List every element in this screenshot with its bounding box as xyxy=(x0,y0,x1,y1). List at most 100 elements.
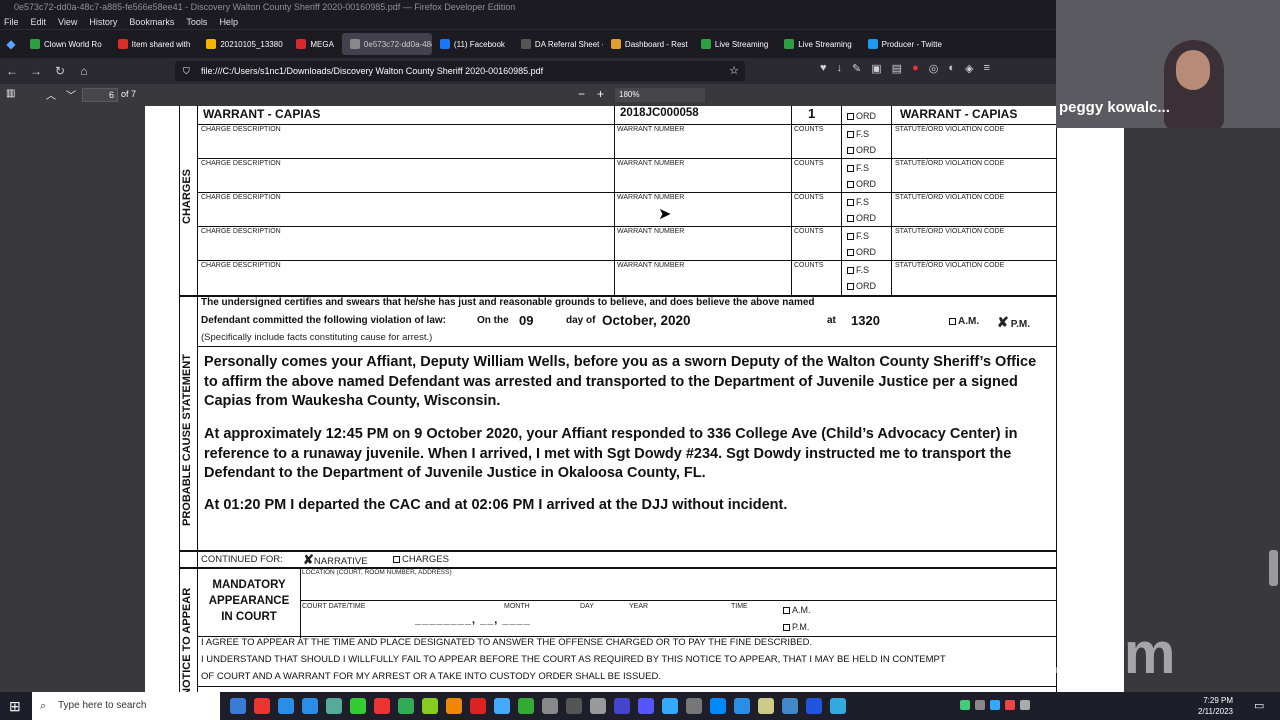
pm-checkbox-2[interactable]: P.M. xyxy=(783,622,809,632)
taskbar-app-icon[interactable] xyxy=(326,698,342,714)
tray-icon[interactable] xyxy=(990,700,1000,710)
taskbar-app-icon[interactable] xyxy=(782,698,798,714)
home-icon[interactable]: ⌂ xyxy=(72,64,96,78)
fs-checkbox[interactable]: F.S xyxy=(847,265,869,275)
url-bar[interactable]: ⛉ file:///C:/Users/s1nc1/Downloads/Disco… xyxy=(175,61,745,81)
pm-checkbox[interactable]: ✘ P.M. xyxy=(997,314,1030,331)
tray-icon[interactable] xyxy=(960,700,970,710)
firefox-view-icon[interactable]: ◆ xyxy=(0,37,22,51)
taskbar-clock[interactable]: 7:29 PM 2/11/2023 xyxy=(1198,695,1233,717)
am-checkbox[interactable]: A.M. xyxy=(949,316,979,327)
narrative-checkbox[interactable]: ✘NARRATIVE xyxy=(303,552,368,568)
ord-checkbox[interactable]: ORD xyxy=(847,281,876,291)
taskbar-app-icon[interactable] xyxy=(470,698,486,714)
taskbar-app-icon[interactable] xyxy=(302,698,318,714)
taskbar-app-icon[interactable] xyxy=(758,698,774,714)
menu-icon[interactable]: ≡ xyxy=(983,62,989,75)
menu-history[interactable]: History xyxy=(89,15,117,29)
menu-bookmarks[interactable]: Bookmarks xyxy=(129,15,174,29)
menu-help[interactable]: Help xyxy=(219,15,238,29)
back-icon[interactable]: ← xyxy=(0,64,24,78)
reload-icon[interactable]: ↻ xyxy=(48,64,72,78)
taskbar-app-icon[interactable] xyxy=(422,698,438,714)
taskbar-app-icon[interactable] xyxy=(254,698,270,714)
scrollbar-track[interactable] xyxy=(1266,106,1280,692)
browser-tab[interactable]: Item shared with xyxy=(110,33,199,55)
browser-tab[interactable]: Dashboard - Rest xyxy=(603,33,693,55)
tray-icon[interactable] xyxy=(975,700,985,710)
fs-checkbox[interactable]: F.S xyxy=(847,197,869,207)
taskbar-app-icon[interactable] xyxy=(542,698,558,714)
taskbar-app-icon[interactable] xyxy=(566,698,582,714)
taskbar-app-icon[interactable] xyxy=(710,698,726,714)
am-checkbox-2[interactable]: A.M. xyxy=(783,605,811,615)
ord-checkbox[interactable]: ORD xyxy=(847,179,876,189)
taskbar-app-icon[interactable] xyxy=(518,698,534,714)
browser-tab[interactable]: Live Streaming xyxy=(776,33,859,55)
zoom-select[interactable]: 180% xyxy=(615,88,705,102)
extension-icon[interactable]: ▣ xyxy=(871,62,881,75)
zoom-out-icon[interactable]: − xyxy=(578,87,585,101)
browser-tab[interactable]: MEGA xyxy=(288,33,342,55)
bookmark-star-icon[interactable]: ☆ xyxy=(729,61,739,81)
notification-icon[interactable]: ▭ xyxy=(1254,699,1264,712)
taskbar-app-icon[interactable] xyxy=(734,698,750,714)
taskbar-app-icon[interactable] xyxy=(230,698,246,714)
prev-page-icon[interactable]: ︿ xyxy=(46,87,56,102)
fs-checkbox[interactable]: F.S xyxy=(847,163,869,173)
zoom-participant-video[interactable]: peggy kowalc... xyxy=(1056,0,1280,128)
windows-start-icon[interactable]: ⊞ xyxy=(9,698,21,715)
browser-tab[interactable]: DA Referral Sheet - D xyxy=(513,33,603,55)
ord-checkbox[interactable]: ORD xyxy=(847,111,876,121)
wrench-icon[interactable]: ✎ xyxy=(852,62,861,75)
browser-tab[interactable]: (11) Facebook xyxy=(432,33,513,55)
taskbar-app-icon[interactable] xyxy=(446,698,462,714)
zoom-in-icon[interactable]: + xyxy=(597,87,604,101)
taskbar-app-icon[interactable] xyxy=(590,698,606,714)
counts-label: COUNTS xyxy=(794,194,824,201)
taskbar-app-icon[interactable] xyxy=(662,698,678,714)
pdf-viewer[interactable]: CHARGES WARRANT - CAPIAS 2018JC000058 1 … xyxy=(0,106,1125,692)
tray-icon[interactable] xyxy=(1020,700,1030,710)
extension-icon-3[interactable]: ◐ xyxy=(948,62,955,75)
download-icon[interactable]: ↓ xyxy=(837,62,843,75)
taskbar-app-icon[interactable] xyxy=(350,698,366,714)
taskbar-app-icon[interactable] xyxy=(806,698,822,714)
shield-icon[interactable]: ⛉ xyxy=(183,61,190,81)
browser-tab[interactable]: 20210105_13380 xyxy=(198,33,288,55)
taskbar-app-icon[interactable] xyxy=(614,698,630,714)
fs-checkbox[interactable]: F.S xyxy=(847,231,869,241)
taskbar-app-icon[interactable] xyxy=(638,698,654,714)
extension-icon-4[interactable]: ◈ xyxy=(965,62,973,75)
taskbar-app-icon[interactable] xyxy=(374,698,390,714)
ord-checkbox[interactable]: ORD xyxy=(847,247,876,257)
menu-tools[interactable]: Tools xyxy=(186,15,207,29)
taskbar-app-icon[interactable] xyxy=(398,698,414,714)
taskbar-app-icon[interactable] xyxy=(686,698,702,714)
menu-file[interactable]: File xyxy=(4,15,19,29)
fs-checkbox[interactable]: F.S xyxy=(847,129,869,139)
menu-edit[interactable]: Edit xyxy=(31,15,47,29)
extension-icon-2[interactable]: ◎ xyxy=(929,62,939,75)
page-number-input[interactable]: 6 xyxy=(82,88,118,102)
adblock-icon[interactable]: ● xyxy=(912,62,919,75)
menu-view[interactable]: View xyxy=(58,15,77,29)
tray-icon[interactable] xyxy=(1005,700,1015,710)
ord-checkbox[interactable]: ORD xyxy=(847,213,876,223)
browser-tab[interactable]: 0e573c72-dd0a-48c× xyxy=(341,33,432,55)
sidebar-toggle-icon[interactable]: ▥ xyxy=(6,88,15,99)
taskbar-app-icon[interactable] xyxy=(278,698,294,714)
taskbar-app-icon[interactable] xyxy=(830,698,846,714)
library-icon[interactable]: ▤ xyxy=(892,62,902,75)
scrollbar-thumb[interactable] xyxy=(1269,550,1278,586)
next-page-icon[interactable]: ﹀ xyxy=(66,87,76,102)
charges-checkbox[interactable]: CHARGES xyxy=(393,554,449,565)
browser-tab[interactable]: Clown World Ro xyxy=(22,33,110,55)
ord-checkbox[interactable]: ORD xyxy=(847,145,876,155)
taskbar-app-icon[interactable] xyxy=(494,698,510,714)
browser-tab[interactable]: Live Streaming xyxy=(693,33,776,55)
taskbar-search[interactable]: ⌕ Type here to search xyxy=(32,692,220,720)
pocket-icon[interactable]: ♥ xyxy=(820,62,827,75)
forward-icon[interactable]: → xyxy=(24,64,48,78)
browser-tab[interactable]: Producer - Twitte xyxy=(860,33,950,55)
